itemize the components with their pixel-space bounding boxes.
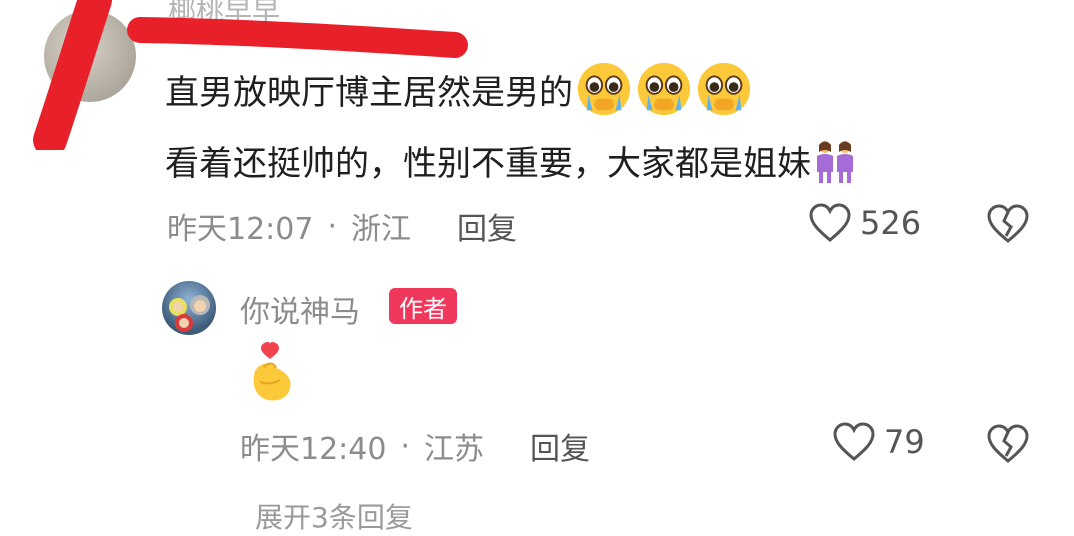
pleading-crying-face-icon (697, 62, 751, 116)
reply-like-count: 79 (884, 423, 925, 461)
heart-outline-icon (833, 422, 875, 461)
heart-outline-icon (809, 203, 851, 242)
comment-text-1: 直男放映厅博主居然是男的 (165, 72, 573, 113)
like-count: 526 (860, 204, 922, 242)
reply-username[interactable]: 你说神马 (240, 287, 360, 331)
pleading-crying-face-icon (577, 62, 631, 116)
comment-meta: 昨天12:07 · 浙江 回复 (167, 204, 517, 248)
comment-text-2: 看着还挺帅的，性别不重要，大家都是姐妹 (165, 144, 811, 184)
comment-time: 昨天12:07 (167, 212, 314, 247)
reply-location: 江苏 (424, 432, 485, 467)
two-women-icon (817, 140, 853, 183)
separator-dot: · (400, 428, 411, 464)
reply-reply-button[interactable]: 回复 (530, 424, 590, 468)
broken-heart-icon[interactable] (986, 423, 1030, 465)
comment-line-1: 直男放映厅博主居然是男的 (165, 60, 753, 118)
finger-heart-icon (253, 342, 291, 401)
teletubbies-avatar-icon (169, 295, 210, 332)
reply-button[interactable]: 回复 (457, 204, 517, 248)
pleading-crying-face-icon (637, 62, 691, 116)
separator-dot: · (327, 208, 338, 244)
author-badge: 作者 (389, 288, 457, 324)
comment-line-2: 看着还挺帅的，性别不重要，大家都是姐妹 (165, 136, 857, 185)
reply-meta: 昨天12:40 · 江苏 回复 (240, 424, 590, 468)
expand-replies-button[interactable]: 展开3条回复 (255, 496, 413, 536)
reply-time: 昨天12:40 (240, 432, 387, 467)
like-button[interactable]: 526 (808, 202, 921, 244)
comment-location: 浙江 (351, 212, 412, 247)
reply-like-button[interactable]: 79 (832, 421, 925, 463)
broken-heart-icon[interactable] (986, 203, 1030, 245)
reply-avatar[interactable] (162, 281, 216, 335)
